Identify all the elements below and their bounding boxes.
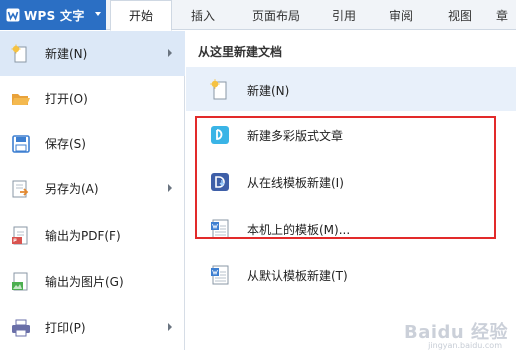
menu-item-print[interactable]: 打印(P) [0, 305, 185, 350]
printer-icon [12, 319, 30, 337]
submenu-arrow-icon [168, 184, 172, 192]
menu-item-label: 新建(N) [45, 47, 88, 61]
panel-item-label: 本机上的模板(M)... [247, 223, 351, 237]
ribbon-bar: WPS 文字 开始 插入 页面布局 引用 审阅 视图 章 [0, 0, 516, 31]
panel-item-label: 从默认模板新建(T) [247, 269, 348, 283]
menu-item-label: 输出为PDF(F) [45, 229, 121, 243]
panel-item-colorful-article[interactable]: 新建多彩版式文章 [186, 112, 516, 156]
new-document-icon [11, 44, 27, 63]
tab-references[interactable]: 引用 [318, 0, 370, 30]
menu-item-label: 输出为图片(G) [45, 275, 124, 289]
panel-item-online-template[interactable]: 从在线模板新建(I) [186, 159, 516, 203]
app-menu-caret-icon [95, 12, 101, 16]
panel-item-label: 新建(N) [247, 84, 290, 98]
menu-item-new[interactable]: 新建(N) [0, 31, 185, 76]
open-folder-icon [12, 94, 30, 105]
tab-section[interactable]: 章 [488, 0, 516, 30]
panel-item-label: 新建多彩版式文章 [247, 129, 344, 143]
panel-item-new-blank[interactable]: 新建(N) [186, 67, 516, 111]
submenu-arrow-icon [168, 49, 172, 57]
colorful-article-icon [211, 126, 229, 144]
submenu-arrow-icon [168, 323, 172, 331]
tab-home[interactable]: 开始 [110, 0, 172, 31]
tab-view[interactable]: 视图 [432, 0, 488, 30]
ribbon-tabs: 开始 插入 页面布局 引用 审阅 视图 章 [110, 0, 516, 31]
new-blank-icon [210, 79, 227, 100]
save-disk-icon [12, 135, 30, 153]
menu-item-label: 保存(S) [45, 137, 86, 151]
menu-item-label: 打开(O) [45, 92, 88, 106]
panel-item-default-template[interactable]: 从默认模板新建(T) [186, 252, 516, 296]
new-document-panel: 从这里新建文档 新建(N) 新建多彩版式文章 从在线模板新建(I) 本机上的模板… [186, 31, 516, 350]
local-template-icon [211, 219, 229, 239]
app-menu-button[interactable]: WPS 文字 [0, 0, 106, 30]
save-as-icon [12, 180, 29, 198]
tab-insert[interactable]: 插入 [172, 0, 234, 30]
online-template-icon [211, 173, 229, 191]
menu-item-save[interactable]: 保存(S) [0, 121, 185, 166]
menu-item-save-as[interactable]: 另存为(A) [0, 166, 185, 211]
panel-item-label: 从在线模板新建(I) [247, 176, 344, 190]
export-image-icon [12, 272, 28, 291]
export-pdf-icon [12, 226, 28, 245]
default-template-icon [211, 265, 229, 285]
tab-review[interactable]: 审阅 [370, 0, 432, 30]
menu-item-label: 另存为(A) [45, 182, 99, 196]
tab-page-layout[interactable]: 页面布局 [234, 0, 318, 30]
menu-item-export-image[interactable]: 输出为图片(G) [0, 259, 185, 304]
app-title: WPS 文字 [24, 8, 85, 23]
menu-item-label: 打印(P) [45, 321, 86, 335]
menu-item-export-pdf[interactable]: 输出为PDF(F) [0, 213, 185, 258]
baidu-watermark-url: jingyan.baidu.com [428, 341, 502, 350]
wps-logo-icon [6, 8, 20, 22]
panel-item-local-template[interactable]: 本机上的模板(M)... [186, 206, 516, 250]
panel-heading: 从这里新建文档 [198, 45, 283, 59]
file-menu: 新建(N) 打开(O) 保存(S) 另存为(A) 输出为PDF(F) 输出为图片… [0, 31, 185, 350]
menu-item-open[interactable]: 打开(O) [0, 76, 185, 121]
